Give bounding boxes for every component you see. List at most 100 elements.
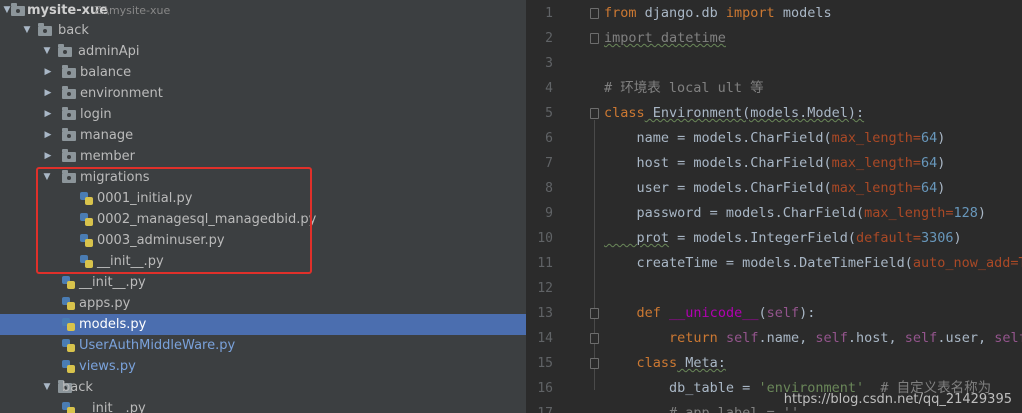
tree-folder-balance[interactable]: ▶ balance	[0, 62, 526, 83]
code-token: password = models.CharField(	[604, 205, 865, 221]
code-token: return	[669, 330, 718, 346]
python-file-icon	[62, 402, 75, 413]
tree-folder-back[interactable]: ▼ back	[0, 20, 526, 41]
code-token: self	[725, 330, 759, 346]
code-token: (	[758, 305, 767, 321]
watermark-text: https://blog.csdn.net/qq_21429395	[783, 392, 1012, 407]
tree-folder-member[interactable]: ▶ member	[0, 146, 526, 167]
collapse-arrow-icon[interactable]: ▶	[42, 62, 54, 83]
folder-label: environment	[80, 86, 163, 101]
code-editor[interactable]: 1 2 3 4 5 6 7 8 9 10 11 12 13 14 15 16 1…	[527, 0, 1022, 413]
code-token: models	[774, 5, 832, 21]
tree-file-init[interactable]: __init__.py	[0, 272, 526, 293]
expand-arrow-icon[interactable]: ▼	[41, 377, 53, 398]
folder-icon	[38, 23, 52, 36]
project-tree-panel: ▼ mysite-xue Z:\mysite-xue ▼ back ▼ admi…	[0, 0, 526, 413]
line-number: 8	[545, 181, 553, 196]
code-token: )	[937, 130, 946, 146]
folder-label: login	[80, 107, 112, 122]
file-label: __init__.py	[79, 401, 146, 413]
code-token: =	[912, 130, 921, 146]
collapse-arrow-icon[interactable]: ▶	[42, 104, 54, 125]
code-token: host = models.CharField(	[604, 155, 832, 171]
tree-file-models[interactable]: models.py	[0, 314, 526, 335]
code-token: 64	[921, 130, 938, 146]
code-token: max_length	[831, 130, 913, 146]
folder-label: balance	[80, 65, 132, 80]
code-token: self	[904, 330, 938, 346]
code-token: .host,	[847, 330, 905, 346]
tree-folder-login[interactable]: ▶ login	[0, 104, 526, 125]
fold-marker-icon[interactable]	[590, 333, 599, 344]
fold-marker-icon[interactable]	[590, 108, 599, 119]
code-token: max_length	[864, 205, 946, 221]
code-line-2: import datetime	[604, 26, 726, 51]
line-number: 15	[537, 356, 553, 371]
python-file-icon	[62, 297, 75, 310]
collapse-arrow-icon[interactable]: ▶	[42, 125, 54, 146]
code-line-1: from django.db import models	[604, 1, 832, 26]
project-path: Z:\mysite-xue	[94, 4, 171, 17]
code-token: =Tr	[1010, 255, 1022, 271]
python-file-icon	[62, 318, 75, 331]
tree-folder-environment[interactable]: ▶ environment	[0, 83, 526, 104]
code-token: 3306	[921, 230, 954, 246]
tree-file-apps[interactable]: apps.py	[0, 293, 526, 314]
code-token: default	[855, 230, 913, 246]
tree-file-views[interactable]: views.py	[0, 356, 526, 377]
file-label: models.py	[79, 317, 147, 332]
line-number: 11	[537, 256, 553, 271]
python-file-icon	[62, 360, 75, 373]
code-line-11: createTime = models.DateTimeField(auto_n…	[604, 251, 1022, 276]
tree-file-init-2[interactable]: __init__.py	[0, 398, 526, 413]
code-token: Meta:	[677, 355, 726, 371]
line-number: 17	[527, 401, 553, 413]
line-number: 1	[545, 6, 553, 21]
line-number: 4	[545, 81, 553, 96]
tree-folder-manage[interactable]: ▶ manage	[0, 125, 526, 146]
code-line-6: name = models.CharField(max_length=64)	[604, 126, 946, 151]
code-token: .user,	[937, 330, 995, 346]
tree-root-project[interactable]: ▼ mysite-xue Z:\mysite-xue	[0, 0, 526, 21]
code-token: 64	[921, 155, 938, 171]
fold-marker-icon[interactable]	[590, 8, 599, 19]
code-token: auto_now_add	[912, 255, 1011, 271]
code-token: django.db	[636, 5, 726, 21]
file-label: __init__.py	[79, 275, 146, 290]
code-token: name = models.CharField(	[604, 130, 832, 146]
folder-label: manage	[80, 128, 134, 143]
folder-label-text: back	[62, 380, 93, 395]
code-token: class	[636, 355, 678, 371]
line-number: 13	[537, 306, 553, 321]
expand-arrow-icon[interactable]: ▼	[41, 41, 53, 62]
fold-marker-icon[interactable]	[590, 308, 599, 319]
fold-marker-icon[interactable]	[590, 358, 599, 369]
tree-file-userauth[interactable]: UserAuthMiddleWare.py	[0, 335, 526, 356]
collapse-arrow-icon[interactable]: ▶	[42, 146, 54, 167]
tree-folder-adminApi[interactable]: ▼ adminApi	[0, 41, 526, 62]
code-token: )	[937, 180, 946, 196]
line-number: 2	[545, 31, 553, 46]
line-number: 9	[545, 206, 553, 221]
code-token: self	[766, 305, 800, 321]
code-line-9: password = models.CharField(max_length=1…	[604, 201, 987, 226]
code-token: # 环境表 local ult 等	[604, 80, 764, 96]
code-token: db_table =	[604, 380, 759, 396]
collapse-arrow-icon[interactable]: ▶	[42, 83, 54, 104]
line-number: 10	[537, 231, 553, 246]
tree-folder-back-2[interactable]: ▼ back	[0, 377, 526, 398]
expand-arrow-icon[interactable]: ▼	[21, 20, 33, 41]
line-number: 16	[537, 381, 553, 396]
code-token: =	[912, 155, 921, 171]
code-token: 128	[953, 205, 978, 221]
code-line-7: host = models.CharField(max_length=64)	[604, 151, 946, 176]
file-label: views.py	[79, 359, 136, 374]
fold-marker-icon[interactable]	[590, 33, 599, 44]
code-token: = models.IntegerField(	[669, 230, 856, 246]
folder-label: adminApi	[78, 44, 140, 59]
